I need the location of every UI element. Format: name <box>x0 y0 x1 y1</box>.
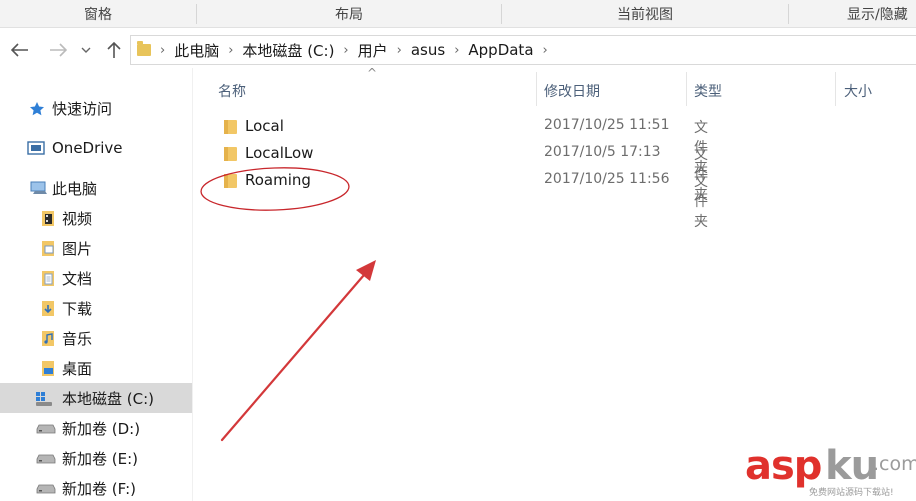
annotation-arrow <box>220 266 372 442</box>
watermark-brand-c: .com <box>873 453 916 475</box>
highlight-ellipse <box>200 167 350 211</box>
watermark-brand-b: ku <box>825 443 879 489</box>
watermark-brand-a: asp <box>745 443 822 489</box>
watermark-subtitle: 免费网站源码下载站! <box>809 488 894 498</box>
watermark-logo: asp ku .com 免费网站源码下载站! <box>745 443 916 501</box>
annotation-overlay <box>200 167 376 442</box>
arrow-head-icon <box>356 260 376 281</box>
